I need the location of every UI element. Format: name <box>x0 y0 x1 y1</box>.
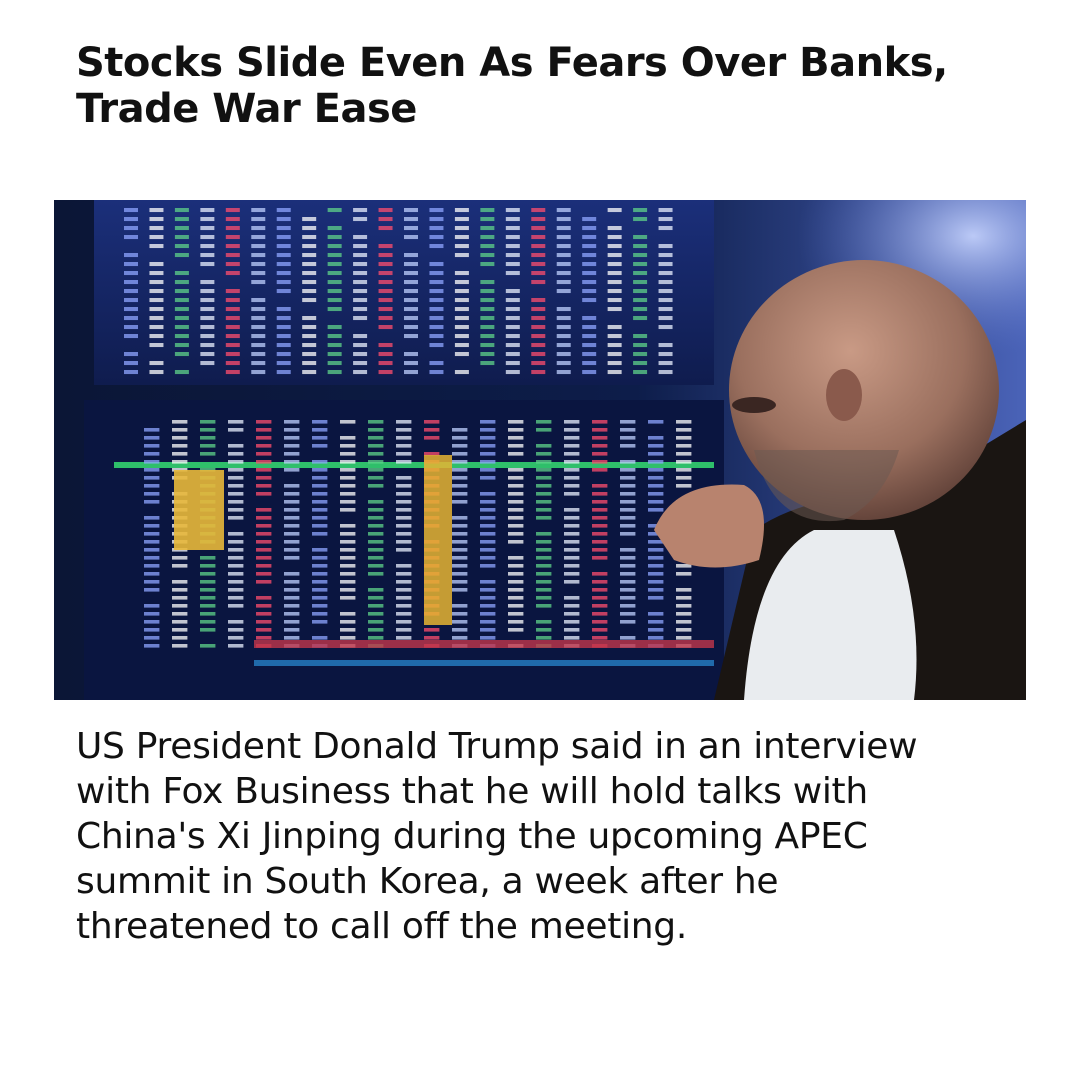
trader-at-screens-photo <box>54 200 1026 700</box>
article-body: US President Donald Trump said in an int… <box>76 726 918 947</box>
article-headline: Stocks Slide Even As Fears Over Banks, T… <box>76 40 948 132</box>
